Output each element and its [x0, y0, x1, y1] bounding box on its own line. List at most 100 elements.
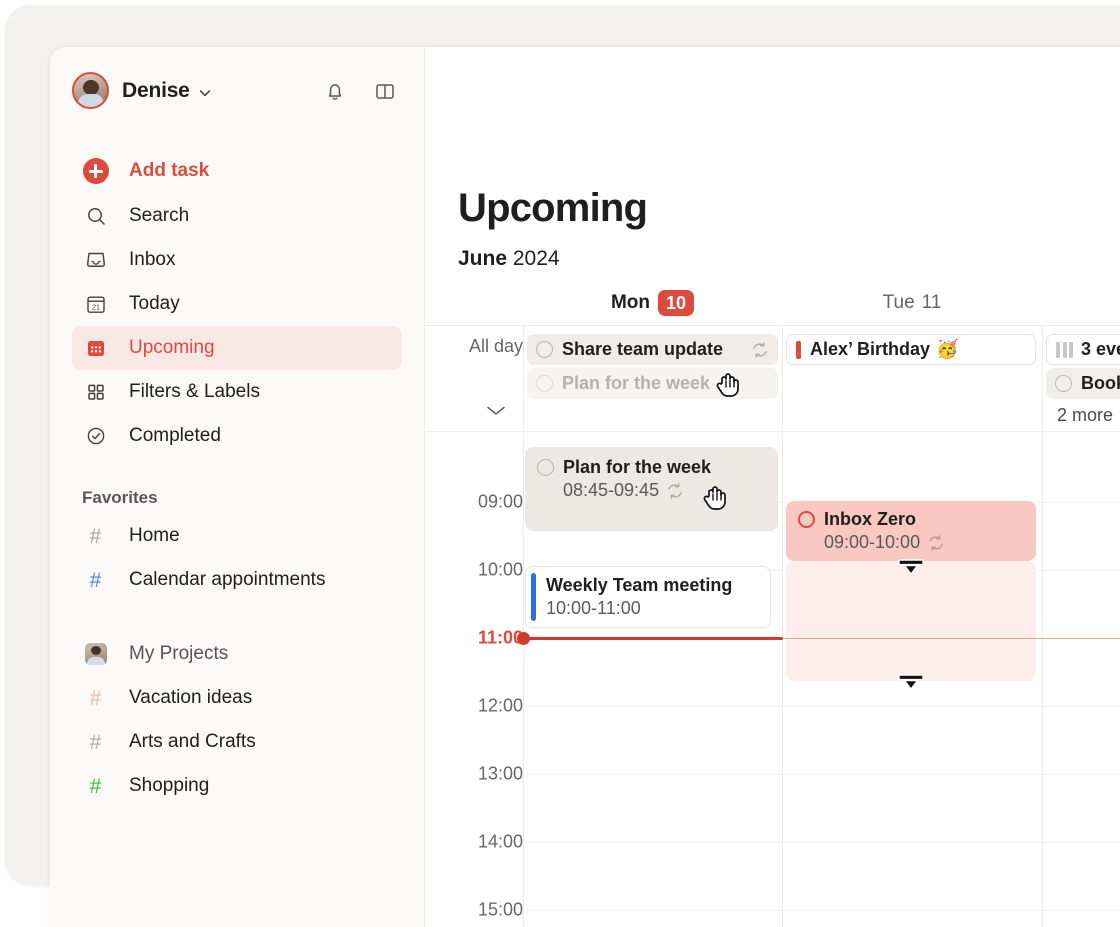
all-day-event-3-events[interactable]: 3 eve	[1046, 334, 1120, 365]
sidebar-item-label: Home	[129, 525, 180, 547]
all-day-event-title: Book	[1081, 373, 1120, 394]
project-avatar-icon	[82, 641, 109, 668]
event-title: Plan for the week	[563, 457, 711, 478]
calendar-21-icon: 21	[82, 291, 109, 318]
sidebar-item-shopping[interactable]: # Shopping	[72, 764, 402, 808]
sidebar-item-arts-and-crafts[interactable]: # Arts and Crafts	[72, 720, 402, 764]
event-title-row: Weekly Team meeting	[546, 575, 758, 596]
all-day-expand-chevron-icon[interactable]	[485, 404, 507, 417]
sidebar-item-label: Add task	[129, 160, 209, 182]
time-grid: 09:00 10:00 11:00 12:00 13:00 14:00 15:0…	[425, 433, 1120, 927]
sidebar-item-filters-labels[interactable]: Filters & Labels	[72, 370, 402, 414]
event-title: Weekly Team meeting	[546, 575, 732, 596]
event-time-row: 09:00-10:00	[824, 532, 1024, 553]
hour-label-1100-current: 11:00	[425, 628, 523, 649]
hour-label-0900: 09:00	[425, 492, 523, 513]
user-name[interactable]: Denise	[122, 79, 190, 103]
all-day-event-title: 3 eve	[1081, 339, 1120, 360]
sidebar-item-label: Shopping	[129, 775, 209, 797]
day-header-row: Mon 10 Tue 11	[425, 284, 1120, 324]
sidebar-item-search[interactable]: Search	[72, 194, 402, 238]
sidebar-item-home[interactable]: # Home	[72, 514, 402, 558]
sidebar-item-calendar-appointments[interactable]: # Calendar appointments	[72, 558, 402, 602]
day-weekday: Mon	[611, 292, 650, 314]
hash-icon: #	[82, 523, 109, 550]
repeat-icon	[927, 534, 945, 552]
hour-label-1200: 12:00	[425, 696, 523, 717]
sidebar-header: Denise	[72, 47, 402, 134]
inbox-icon	[82, 247, 109, 274]
all-day-event-book[interactable]: Book	[1046, 368, 1120, 399]
sidebar-nav: Add task Search Inbox	[72, 148, 402, 808]
day-date: 11	[922, 292, 942, 314]
sidebar-item-label: Arts and Crafts	[129, 731, 256, 753]
event-time-row: 08:45-09:45	[563, 480, 766, 501]
app-window: Denise	[50, 47, 1120, 927]
all-day-event-title: Alex’ Birthday	[810, 339, 930, 360]
sidebar-item-label: Completed	[129, 425, 221, 447]
sidebar-item-my-projects[interactable]: My Projects	[72, 632, 402, 676]
event-weekly-team-meeting[interactable]: Weekly Team meeting 10:00-11:00	[525, 566, 771, 628]
sidebar-item-label: Inbox	[129, 249, 175, 271]
favorites-section-title: Favorites	[72, 488, 402, 508]
sidebar-item-add-task[interactable]: Add task	[72, 148, 402, 194]
sidebar-item-completed[interactable]: Completed	[72, 414, 402, 458]
event-title-row: Plan for the week	[537, 457, 766, 478]
sidebar-item-vacation-ideas[interactable]: # Vacation ideas	[72, 676, 402, 720]
event-time: 10:00-11:00	[546, 598, 641, 619]
party-face-emoji: 🥳	[936, 339, 958, 360]
repeat-icon	[666, 482, 684, 500]
multi-event-bars-icon	[1056, 342, 1073, 358]
event-time-row: 10:00-11:00	[546, 598, 758, 619]
hour-label-1000: 10:00	[425, 560, 523, 581]
resize-handle-bottom-icon[interactable]	[894, 674, 928, 696]
user-avatar[interactable]	[72, 72, 109, 109]
all-day-more-label: 2 more	[1057, 405, 1113, 426]
sidebar: Denise	[50, 47, 425, 927]
page-title: Upcoming	[458, 186, 647, 231]
task-checkbox[interactable]	[537, 459, 554, 476]
day-header-mon[interactable]: Mon 10	[523, 284, 782, 322]
task-checkbox[interactable]	[536, 341, 553, 358]
current-time-line	[523, 637, 783, 640]
hash-icon: #	[82, 729, 109, 756]
sidebar-item-label: Today	[129, 293, 180, 315]
all-day-event-alex-birthday[interactable]: Alex’ Birthday 🥳	[786, 334, 1036, 365]
sidebar-item-inbox[interactable]: Inbox	[72, 238, 402, 282]
event-plan-for-the-week[interactable]: Plan for the week 08:45-09:45	[525, 447, 778, 531]
all-day-more-link[interactable]: 2 more	[1048, 400, 1120, 431]
plus-circle-icon	[82, 158, 109, 185]
bell-icon[interactable]	[323, 79, 347, 103]
hour-label-1300: 13:00	[425, 764, 523, 785]
upcoming-grid-icon	[82, 335, 109, 362]
main-content: Upcoming June 2024 Mon 10 Tue 11 All day	[425, 47, 1120, 927]
filters-labels-icon	[82, 379, 109, 406]
day-header-tue[interactable]: Tue 11	[782, 284, 1042, 322]
sidebar-item-label: Search	[129, 205, 189, 227]
day-weekday: Tue	[883, 292, 915, 314]
sidebar-item-label: Filters & Labels	[129, 381, 260, 403]
sidebar-item-today[interactable]: 21 Today	[72, 282, 402, 326]
hour-label-1500: 15:00	[425, 900, 523, 921]
current-time-line-faint	[783, 638, 1120, 639]
resize-handle-top-icon[interactable]	[894, 559, 928, 581]
today-date-badge: 10	[658, 290, 694, 316]
all-day-event-share-team-update[interactable]: Share team update	[527, 334, 778, 365]
sidebar-item-upcoming[interactable]: Upcoming	[72, 326, 402, 370]
search-icon	[82, 203, 109, 230]
repeat-icon	[751, 341, 769, 359]
hash-icon: #	[82, 685, 109, 712]
all-day-event-plan-for-the-week-ghost[interactable]: Plan for the week	[527, 368, 778, 399]
task-checkbox[interactable]	[1055, 375, 1072, 392]
year-label: 2024	[513, 247, 560, 270]
sidebar-item-label: Upcoming	[129, 337, 215, 359]
chevron-down-icon[interactable]	[199, 86, 211, 98]
task-checkbox[interactable]	[798, 511, 815, 528]
current-time-dot	[517, 632, 530, 645]
check-circle-icon	[82, 423, 109, 450]
sidebar-item-label: Vacation ideas	[129, 687, 252, 709]
event-inbox-zero[interactable]: Inbox Zero 09:00-10:00	[786, 501, 1036, 561]
task-checkbox[interactable]	[536, 375, 553, 392]
sidebar-toggle-icon[interactable]	[373, 79, 397, 103]
month-label: June	[458, 247, 507, 270]
